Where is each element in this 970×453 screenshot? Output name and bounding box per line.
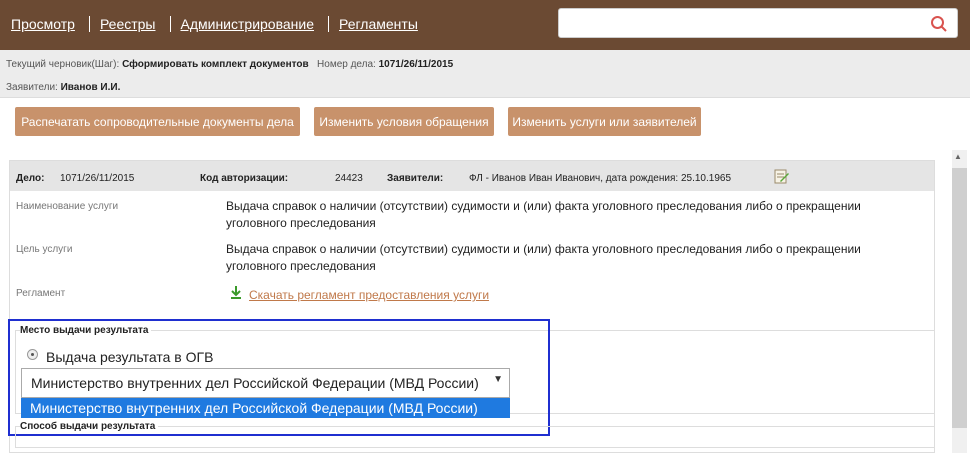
case-value: 1071/26/11/2015 (60, 173, 135, 184)
case-label: Дело: (16, 173, 45, 184)
draft-value: Сформировать комплект документов (122, 59, 309, 70)
draft-row: Текущий черновик(Шаг): Сформировать комп… (6, 59, 453, 70)
service-name-value: Выдача справок о наличии (отсутствии) су… (226, 199, 861, 230)
top-navigation-bar: Просмотр Реестры Администрирование Регла… (0, 0, 970, 50)
case-applicants-label: Заявители: (387, 173, 444, 184)
nav-separator (169, 16, 171, 32)
case-applicants-value: ФЛ - Иванов Иван Иванович, дата рождения… (469, 173, 732, 184)
nav-item-view[interactable]: Просмотр (11, 16, 75, 32)
nav-item-registers[interactable]: Реестры (100, 16, 156, 32)
search-icon[interactable] (930, 15, 948, 33)
auth-code-value: 24423 (335, 173, 363, 184)
change-services-button[interactable]: Изменить услуги или заявителей (508, 107, 701, 136)
purpose-value: Выдача справок о наличии (отсутствии) су… (226, 242, 861, 273)
change-conditions-button[interactable]: Изменить условия обращения (314, 107, 494, 136)
nav-separator (328, 16, 329, 32)
scrollbar-thumb[interactable] (952, 168, 967, 428)
search-input[interactable] (558, 8, 958, 38)
nav-item-regulations[interactable]: Регламенты (339, 16, 418, 32)
nav-item-administration[interactable]: Администрирование (181, 16, 315, 32)
print-documents-button[interactable]: Распечатать сопроводительные документы д… (15, 107, 300, 136)
service-name-label: Наименование услуги (16, 201, 119, 212)
main-menu: Просмотр Реестры Администрирование Регла… (11, 16, 418, 32)
edit-icon[interactable] (774, 169, 790, 184)
result-method-legend: Способ выдачи результата (20, 421, 159, 432)
nav-separator (88, 16, 90, 32)
regulation-label: Регламент (16, 288, 66, 299)
applicants-row: Заявители: Иванов И.И. (6, 82, 120, 93)
purpose-label: Цель услуги (16, 244, 73, 255)
case-number-value: 1071/26/11/2015 (378, 59, 454, 70)
draft-label: Текущий черновик(Шаг): (6, 59, 120, 70)
applicants-value: Иванов И.И. (60, 82, 121, 93)
applicants-label: Заявители: (6, 82, 58, 93)
case-number-label: Номер дела: (317, 59, 376, 70)
scroll-up-icon[interactable]: ▲ (954, 152, 962, 161)
download-icon[interactable] (230, 285, 242, 299)
auth-code-label: Код авторизации: (200, 173, 289, 184)
case-info-bar: Текущий черновик(Шаг): Сформировать комп… (0, 50, 970, 98)
action-buttons: Распечатать сопроводительные документы д… (15, 107, 715, 136)
case-header: Дело: 1071/26/11/2015 Код авторизации: 2… (10, 161, 934, 191)
download-regulation-link[interactable]: Скачать регламент предоставления услуги (249, 288, 489, 302)
highlight-frame (8, 319, 550, 436)
